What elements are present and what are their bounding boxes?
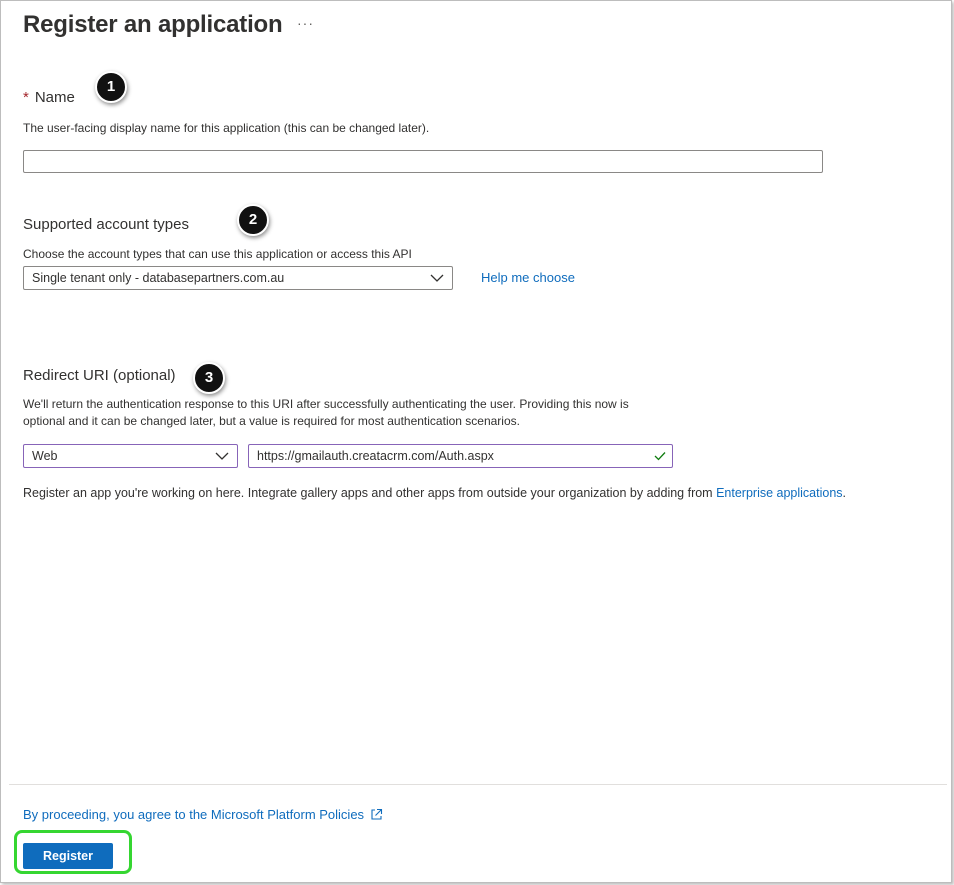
platform-selected: Web	[32, 449, 58, 463]
account-types-dropdown[interactable]: Single tenant only - databasepartners.co…	[23, 266, 453, 290]
account-types-description: Choose the account types that can use th…	[23, 247, 412, 261]
help-me-choose-link[interactable]: Help me choose	[481, 270, 575, 285]
more-actions-ellipsis-icon[interactable]: ···	[297, 15, 314, 31]
chevron-down-icon	[215, 452, 229, 460]
step-badge-3: 3	[193, 362, 225, 394]
enterprise-applications-link[interactable]: Enterprise applications	[716, 486, 842, 500]
redirect-description-line1: We'll return the authentication response…	[23, 397, 629, 411]
required-indicator: *	[23, 89, 29, 106]
page-title: Register an application	[23, 11, 283, 38]
checkmark-icon	[654, 452, 666, 461]
step-badge-1: 1	[95, 71, 127, 103]
register-button[interactable]: Register	[23, 843, 113, 869]
name-label: * Name	[23, 89, 75, 106]
footer-divider	[9, 784, 947, 785]
chevron-down-icon	[430, 274, 444, 282]
platform-policies-text: By proceeding, you agree to the Microsof…	[23, 807, 365, 822]
account-types-label: Supported account types	[23, 216, 189, 233]
info-text-body: Register an app you're working on here. …	[23, 486, 717, 500]
name-label-text: Name	[34, 89, 75, 106]
name-description: The user-facing display name for this ap…	[23, 121, 430, 135]
platform-dropdown[interactable]: Web	[23, 444, 238, 468]
account-types-selected: Single tenant only - databasepartners.co…	[32, 271, 285, 285]
platform-policies-link[interactable]: By proceeding, you agree to the Microsof…	[23, 807, 383, 822]
redirect-description-line2: optional and it can be changed later, bu…	[23, 414, 520, 428]
redirect-uri-value: https://gmailauth.creatacrm.com/Auth.asp…	[257, 449, 494, 463]
register-app-panel: Register an application ··· * Name 1 The …	[0, 0, 952, 883]
name-input[interactable]	[23, 150, 823, 173]
redirect-uri-label: Redirect URI (optional)	[23, 367, 176, 384]
redirect-uri-input[interactable]: https://gmailauth.creatacrm.com/Auth.asp…	[248, 444, 673, 468]
step-badge-2: 2	[237, 204, 269, 236]
external-link-icon	[371, 808, 383, 820]
info-text-suffix: .	[842, 486, 847, 500]
info-text: Register an app you're working on here. …	[23, 485, 846, 502]
